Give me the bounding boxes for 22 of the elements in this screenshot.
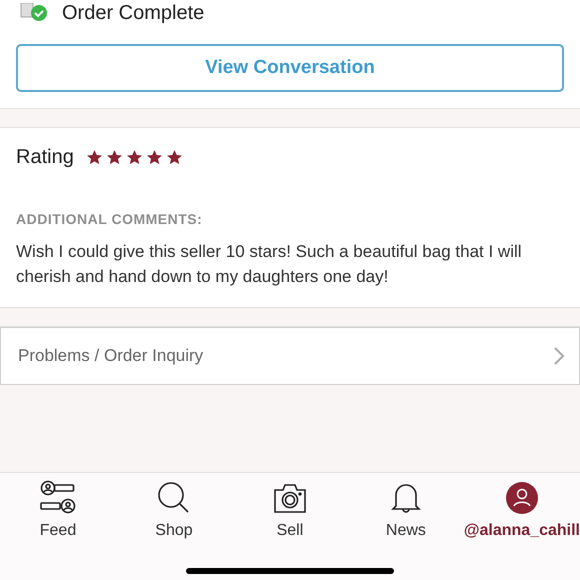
tab-bar-item[interactable]: @alanna_cahill: [464, 479, 580, 540]
bell-icon: [390, 481, 422, 515]
order-status-title: Order Complete: [62, 2, 204, 24]
comments-heading: ADDITIONAL COMMENTS:: [16, 211, 204, 227]
star-icon: [106, 149, 123, 166]
chevron-right-icon: [553, 346, 565, 366]
star-icon: [166, 149, 183, 166]
avatar-icon: [504, 481, 539, 515]
star-icon: [86, 149, 103, 166]
star-icon: [126, 149, 143, 166]
star-icon: [146, 149, 163, 166]
order-check-icon: [20, 3, 48, 23]
comment-text: Wish I could give this seller 10 stars! Such a beautiful bag that I will cherish and hand down to my daughters one day!: [16, 241, 523, 288]
tab-bar-item[interactable]: Shop: [116, 479, 232, 540]
tab-bar-item[interactable]: Sell: [232, 479, 348, 540]
tab-bar-item[interactable]: News: [348, 479, 464, 540]
rating-label: Rating: [16, 146, 74, 169]
people-list-icon: [38, 480, 77, 516]
tab-bar-item[interactable]: Feed: [0, 479, 116, 540]
camera-icon: [272, 482, 307, 514]
search-icon: [156, 481, 191, 515]
order-inquiry-link[interactable]: Problems / Order Inquiry: [0, 327, 580, 385]
